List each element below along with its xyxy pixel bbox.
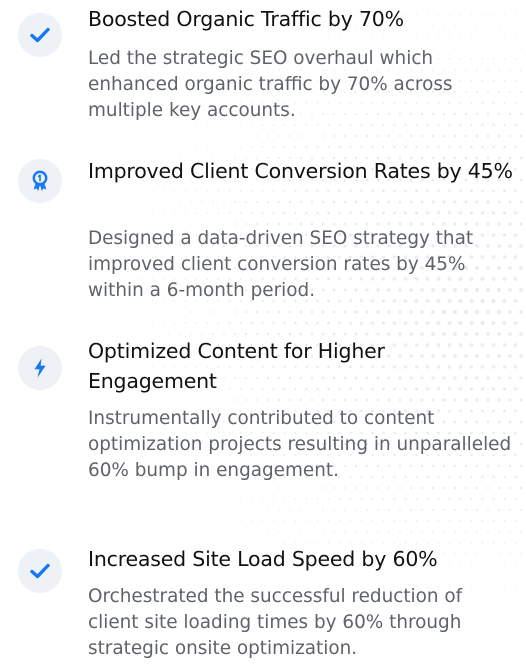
achievement-icon-container — [18, 159, 62, 203]
check-icon — [30, 563, 50, 579]
achievement-title: Improved Client Conversion Rates by 45% — [88, 159, 513, 183]
achievement-icon-container — [18, 549, 62, 593]
achievement-title: Boosted Organic Traffic by 70% — [88, 7, 404, 31]
lightning-bolt-icon — [33, 358, 47, 378]
achievement-icon-container — [18, 13, 62, 57]
achievement-description: Instrumentally contributed to content op… — [88, 408, 512, 481]
award-ribbon-icon — [30, 170, 50, 192]
achievement-description: Designed a data-driven SEO strategy that… — [88, 228, 474, 301]
check-icon — [30, 27, 50, 43]
achievement-title: Optimized Content for Higher Engagement — [88, 339, 385, 393]
achievement-description: Orchestrated the successful reduction of… — [88, 586, 463, 659]
achievement-description: Led the strategic SEO overhaul which enh… — [88, 48, 453, 121]
achievement-icon-container — [18, 346, 62, 390]
achievement-title: Increased Site Load Speed by 60% — [88, 547, 438, 571]
